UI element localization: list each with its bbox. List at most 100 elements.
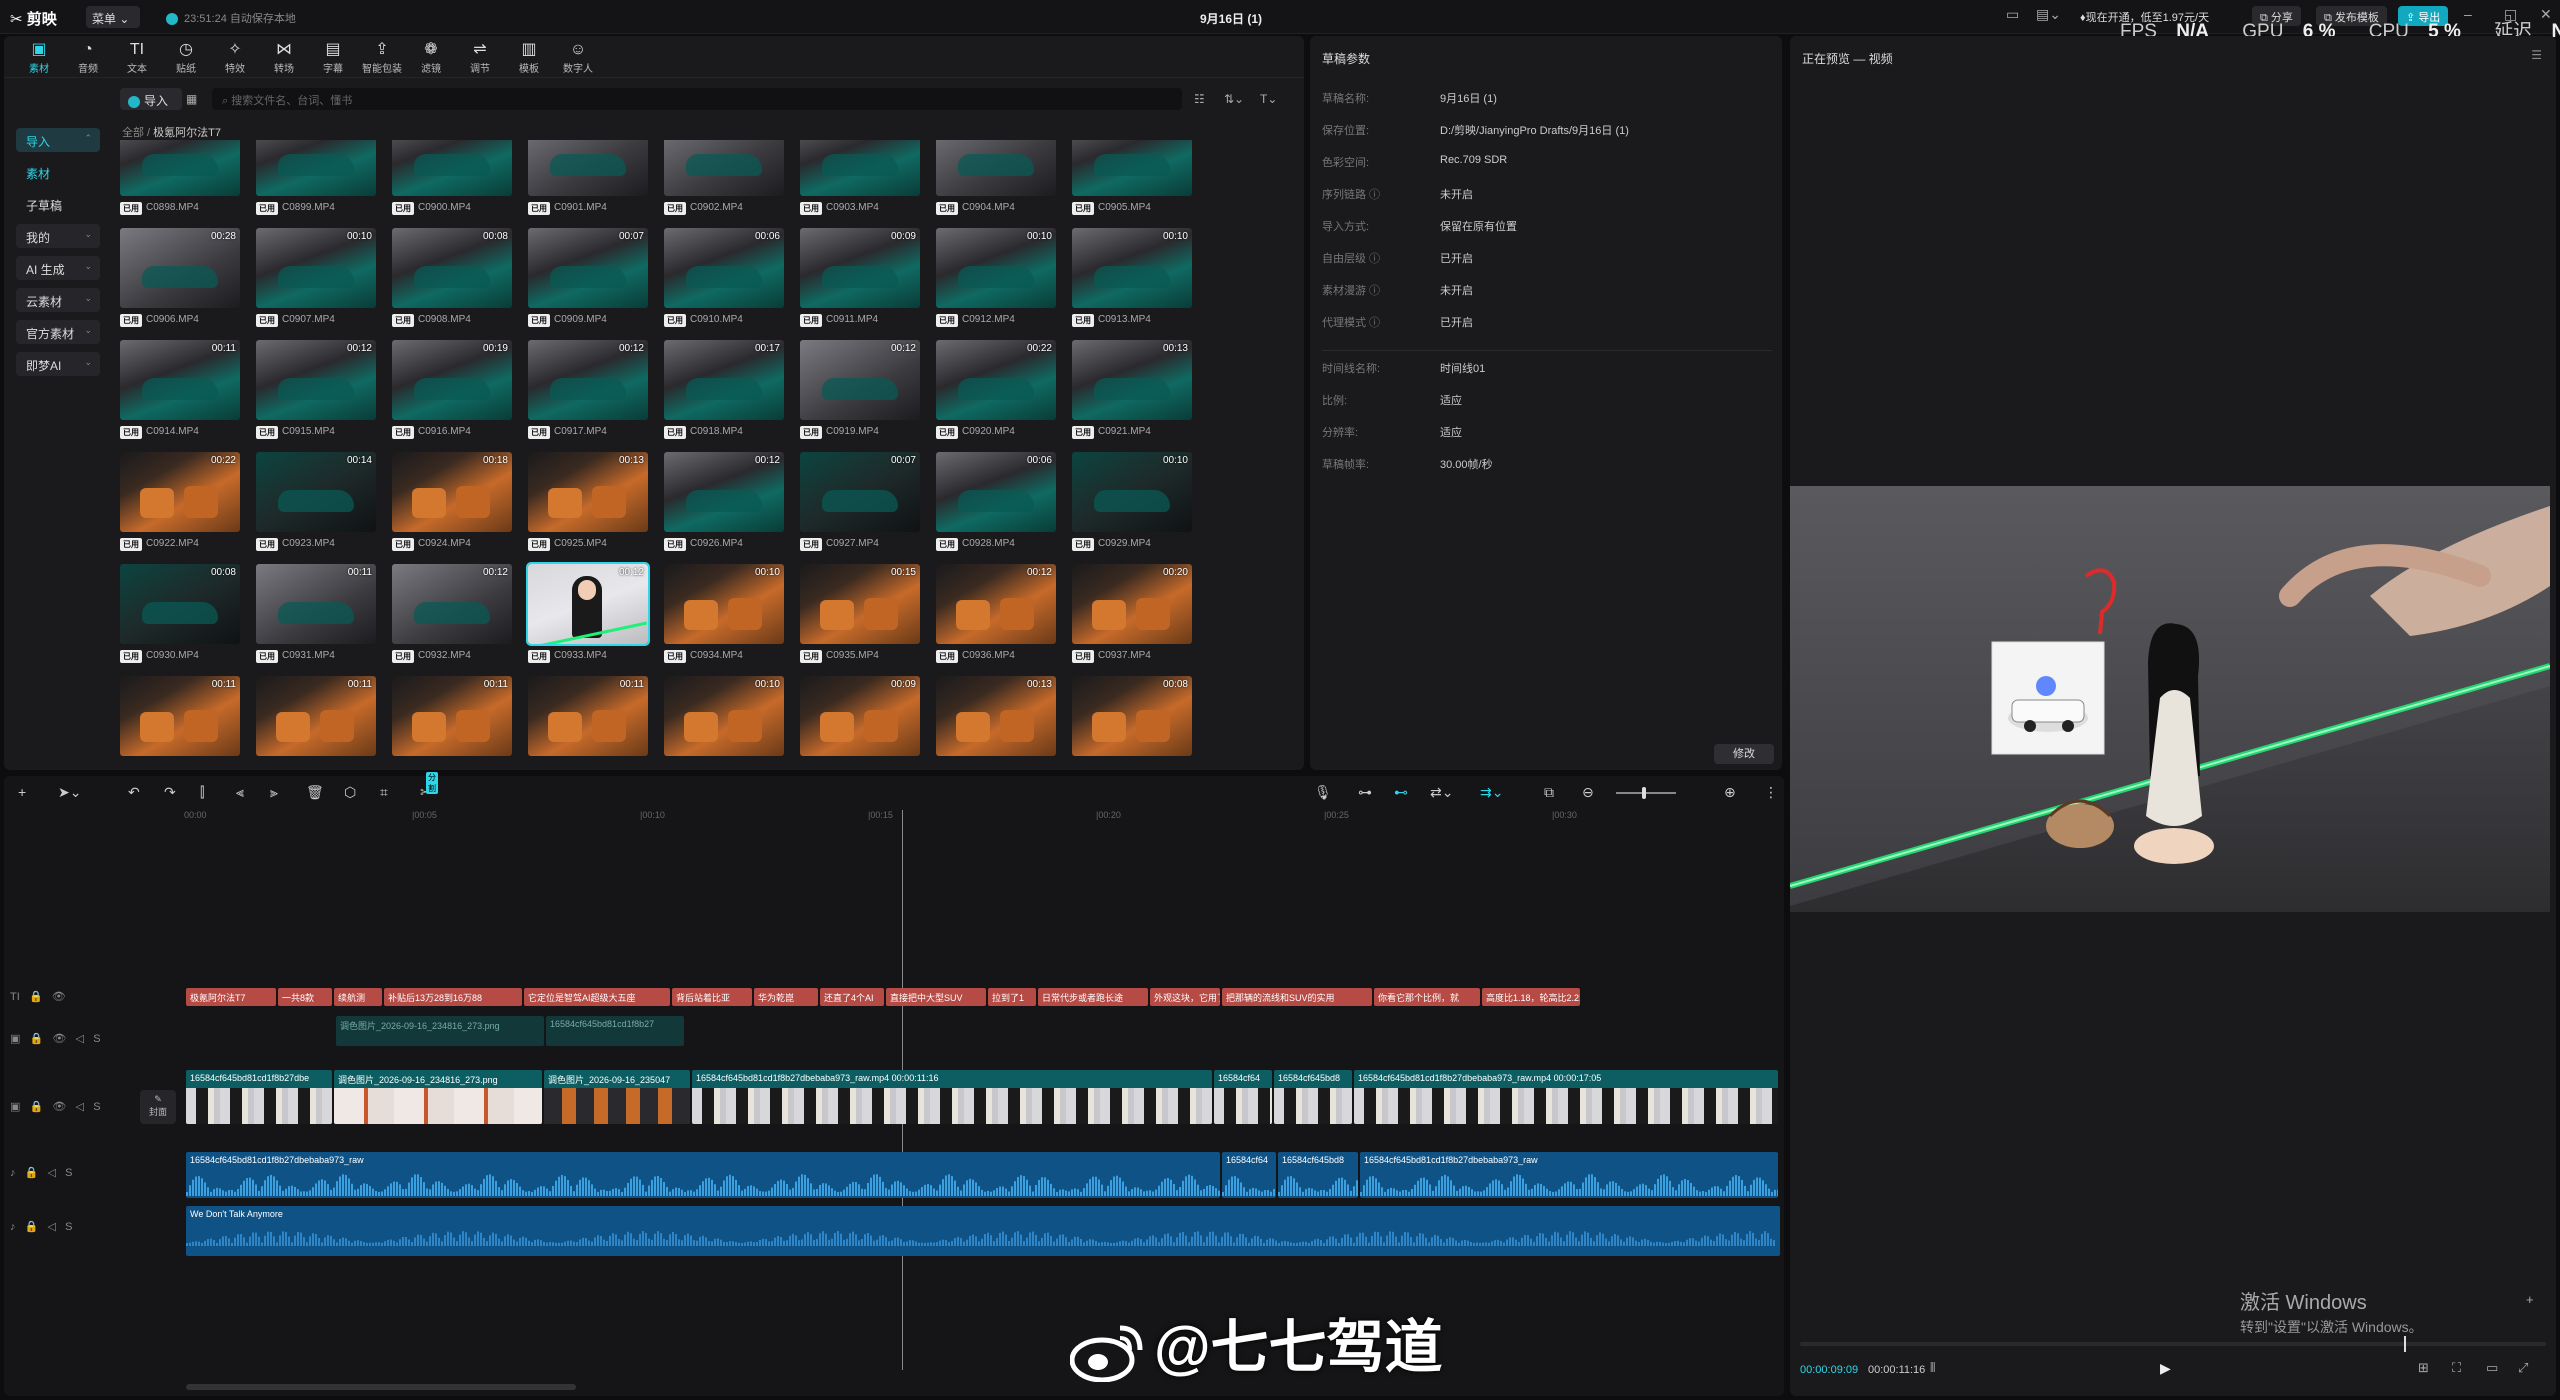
snap-icon[interactable]: ⇉⌄ [1480,784,1503,801]
media-thumb[interactable]: 00:11已用C0940.MP4 [392,676,512,760]
media-thumb[interactable]: 00:12 已用 C0933.MP4 [526,562,650,672]
txt-clip[interactable]: 你看它那个比例，就 [1374,988,1480,1006]
media-thumb[interactable]: 00:10 已用 C0912.MP4 [936,228,1056,336]
txt-clip[interactable]: 一共8款 [278,988,332,1006]
tab-audio[interactable]: ◔ 音频 [65,40,111,75]
media-thumb[interactable]: 00:12 已用 C0917.MP4 [528,340,648,448]
media-thumb[interactable]: 00:22 已用 C0922.MP4 [120,452,240,560]
layout-icon[interactable]: ▭ [2006,6,2019,23]
media-thumb[interactable]: 00:13 已用 C0925.MP4 [528,452,648,560]
tab-transition[interactable]: ⋈ 转场 [261,40,307,75]
media-thumb[interactable]: 00:17 已用 C0918.MP4 [664,340,784,448]
link-icon[interactable]: ⊶ [1358,784,1372,801]
sort-icon[interactable]: ⇅⌄ [1224,92,1244,106]
vid-clip[interactable]: 16584cf64 [1214,1070,1272,1124]
sidebar-item-2[interactable]: 子草稿 [16,192,100,216]
vid-clip[interactable]: 16584cf645bd81cd1f8b27dbebaba973_raw.mp4… [692,1070,1212,1124]
tab-smart-pack[interactable]: ⇪ 智能包装 [359,40,405,75]
sidebar-item-5[interactable]: 云素材 ⌄ [16,288,100,312]
time-ruler[interactable]: 00:00 |00:05 |00:10 |00:15 |00:20 |00:25 |00:3… [184,810,1784,824]
split-right-icon[interactable]: ⫸ [270,784,278,801]
delete-icon[interactable]: 🗑 [306,784,324,801]
sidebar-item-1[interactable]: 素材 [16,160,100,184]
screen-ratio-icon[interactable]: ⧉ [1544,784,1554,801]
menu-button[interactable]: 菜单 ⌄ [86,6,140,28]
media-thumb[interactable]: 00:11已用C0938.MP4 [120,676,240,760]
txt-clip[interactable]: 华为乾崑 [754,988,818,1006]
media-thumb[interactable]: 00:10已用C0942.MP4 [664,676,784,760]
media-thumb[interactable]: 00:11 已用 C0931.MP4 [256,564,376,672]
waveform-icon[interactable]: ⫴ [1930,1360,1935,1376]
cover-button[interactable]: ✎ 封面 [140,1090,176,1124]
undo-icon[interactable]: ↶ [128,784,140,801]
more-icon[interactable]: ⋮ [1764,784,1778,801]
media-thumb[interactable]: 00:10 已用 C0913.MP4 [1072,228,1192,336]
txt-clip[interactable]: 还直了4个AI [820,988,884,1006]
media-thumb[interactable]: 已用 C0905.MP4 [1072,140,1192,224]
media-thumb[interactable]: 00:22 已用 C0920.MP4 [936,340,1056,448]
fullscreen-icon[interactable]: ⤢ [2518,1360,2528,1376]
vid-clip[interactable]: 16584cf645bd8 [1274,1070,1352,1124]
media-thumb[interactable]: 已用 C0904.MP4 [936,140,1056,224]
txt-clip[interactable]: 背后站着比亚 [672,988,752,1006]
media-thumb[interactable]: 已用 C0898.MP4 [120,140,240,224]
media-thumb[interactable]: 已用 C0900.MP4 [392,140,512,224]
tab-sticker[interactable]: ◷ 贴纸 [163,40,209,75]
text-filter-icon[interactable]: T⌄ [1260,92,1277,106]
media-thumb[interactable]: 00:08 已用 C0930.MP4 [120,564,240,672]
media-thumb[interactable]: 00:06 已用 C0910.MP4 [664,228,784,336]
grid-view-icon[interactable]: ▦ [186,92,197,106]
media-thumb[interactable]: 00:12 已用 C0936.MP4 [936,564,1056,672]
search-input[interactable]: ⌕ 搜索文件名、台词、懂书 [212,88,1182,110]
media-thumb[interactable]: 00:13 已用 C0921.MP4 [1072,340,1192,448]
media-thumb[interactable]: 00:28 已用 C0906.MP4 [120,228,240,336]
media-thumb[interactable]: 00:12 已用 C0932.MP4 [392,564,512,672]
add-track-icon[interactable]: + [18,784,26,800]
txt-clip[interactable]: 极氪阿尔法T7 [186,988,276,1006]
media-thumb[interactable]: 00:08 已用 C0908.MP4 [392,228,512,336]
import-button[interactable]: 导入 [120,88,182,110]
vid-clip[interactable]: 调色图片_2026-09-16_234816_273.png [336,1016,544,1046]
zoom-in-icon[interactable]: ⊕ [1724,784,1736,801]
aud-clip[interactable]: 16584cf645bd81cd1f8b27dbebaba973_raw [186,1152,1220,1198]
txt-clip[interactable]: 补贴后13万28到16万88 [384,988,522,1006]
txt-clip[interactable]: 拉到了1 [988,988,1036,1006]
vid-clip[interactable]: 调色图片_2026-09-16_235047 [544,1070,690,1124]
media-thumb[interactable]: 00:09已用C0943.MP4 [800,676,920,760]
media-thumb[interactable]: 00:15 已用 C0935.MP4 [800,564,920,672]
screen-icon[interactable]: ▤⌄ [2036,6,2061,23]
magnet-icon[interactable]: ⊷ [1394,784,1408,801]
mic-icon[interactable]: 🎙 [1314,784,1332,801]
vid-clip[interactable]: 16584cf645bd81cd1f8b27 [546,1016,684,1046]
sidebar-item-7[interactable]: 即梦AI ⌄ [16,352,100,376]
txt-clip[interactable]: 它定位是智驾AI超级大五座 [524,988,670,1006]
tab-filter[interactable]: ❁ 滤镜 [408,40,454,75]
tab-subtitle[interactable]: ▤ 字幕 [310,40,356,75]
txt-clip[interactable]: 直接把中大型SUV [886,988,986,1006]
media-thumb[interactable]: 00:10 已用 C0907.MP4 [256,228,376,336]
media-thumb[interactable]: 00:18 已用 C0924.MP4 [392,452,512,560]
play-icon[interactable]: ▶ [2160,1360,2171,1377]
sidebar-item-4[interactable]: AI 生成 ⌄ [16,256,100,280]
scrub-handle[interactable] [2404,1336,2406,1352]
music-clip[interactable]: We Don't Talk Anymore [186,1206,1780,1256]
media-thumb[interactable]: 00:12 已用 C0919.MP4 [800,340,920,448]
media-thumb[interactable]: 00:12 已用 C0926.MP4 [664,452,784,560]
vid-clip[interactable]: 调色图片_2026-09-16_234816_273.png [334,1070,542,1124]
vid-clip[interactable]: 16584cf645bd81cd1f8b27dbebaba973_raw.mp4… [1354,1070,1778,1124]
sidebar-item-0[interactable]: 导入 ⌃ [16,128,100,152]
media-thumb[interactable]: 00:06 已用 C0928.MP4 [936,452,1056,560]
ratio-icon[interactable]: ⊞ [2418,1360,2429,1376]
media-thumb[interactable]: 00:08已用C0945.MP4 [1072,676,1192,760]
vid-clip[interactable]: 16584cf645bd81cd1f8b27dbe [186,1070,332,1124]
txt-clip[interactable]: 续航测 [334,988,382,1006]
redo-icon[interactable]: ↷ [164,784,176,801]
modify-button[interactable]: 修改 [1714,744,1774,764]
media-thumb[interactable]: 00:13已用C0944.MP4 [936,676,1056,760]
aud-clip[interactable]: 16584cf64 [1222,1152,1276,1198]
preview-axis-icon[interactable]: ⇄⌄ [1430,784,1453,801]
scissors-icon[interactable]: ✂分割 [420,772,438,801]
split-icon[interactable]: ⫿ [200,784,204,801]
zoom-out-icon[interactable]: ⊖ [1582,784,1594,801]
filter-icon[interactable]: ☷ [1194,92,1205,106]
